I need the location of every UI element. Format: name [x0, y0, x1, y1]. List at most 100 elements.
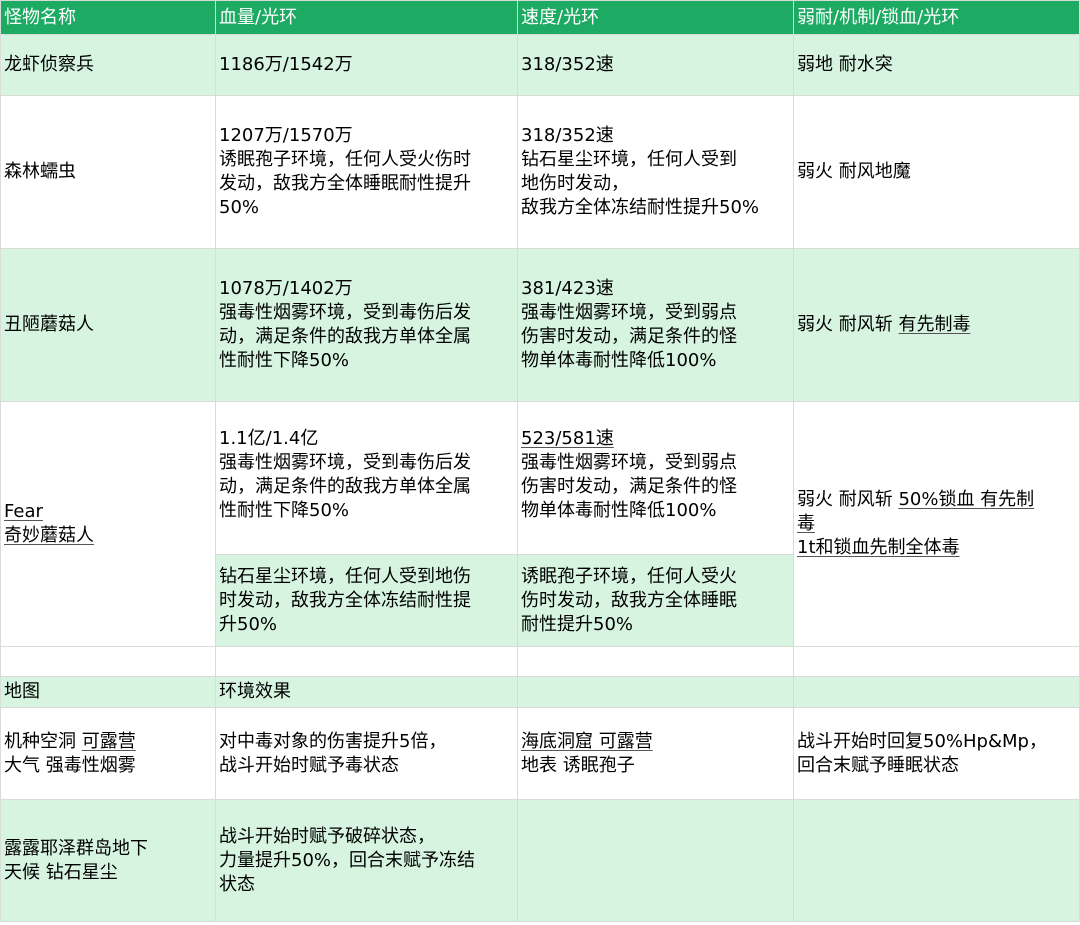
- row4-hp-cell[interactable]: 1.1亿/1.4亿 强毒性烟雾环境，受到毒伤后发 动，满足条件的敌我方单体全属 …: [215, 401, 518, 555]
- row2-speed-line: 敌我方全体冻结耐性提升50%: [521, 197, 760, 218]
- row3-weak: 弱火 耐风斩 有先制毒: [797, 313, 1077, 337]
- map1-left-name: 机种空洞: [4, 730, 82, 752]
- map1-right-line[interactable]: 海底洞窟 可露营: [521, 730, 791, 754]
- row4-speed-cell[interactable]: 523/581速 强毒性烟雾环境，受到弱点 伤害时发动，满足条件的怪 物单体毒耐…: [517, 401, 794, 555]
- map1-right-effect-line: 回合末赋予睡眠状态: [797, 754, 959, 776]
- row4-hp-extra-line: 升50%: [219, 613, 278, 635]
- row4-name-line[interactable]: 奇妙蘑菇人: [4, 524, 213, 548]
- row4-weak-cell[interactable]: 弱火 耐风斩 50%锁血 有先制 毒 1t和锁血先制全体毒: [793, 401, 1080, 647]
- row1-name: 龙虾侦察兵: [4, 54, 94, 75]
- empty-cell[interactable]: [0, 646, 216, 677]
- empty-cell[interactable]: [517, 646, 794, 677]
- row1-speed-cell[interactable]: 318/352速: [517, 34, 794, 96]
- empty-cell[interactable]: [793, 676, 1080, 708]
- row3-hp-cell[interactable]: 1078万/1402万 强毒性烟雾环境，受到毒伤后发 动，满足条件的敌我方单体全…: [215, 248, 518, 402]
- row1-name-cell[interactable]: 龙虾侦察兵: [0, 34, 216, 96]
- map2-left-effect-line: 力量提升50%，回合末赋予冻结: [219, 849, 476, 871]
- row1-speed: 318/352速: [521, 54, 614, 75]
- map1-left-cell[interactable]: 机种空洞 可露营 大气 强毒性烟雾: [0, 707, 216, 800]
- row4-hp-line: 动，满足条件的敌我方单体全属: [219, 476, 471, 497]
- row3-weak-link[interactable]: 有先制毒: [898, 314, 970, 335]
- row3-speed-line: 伤害时发动，满足条件的怪: [521, 326, 737, 347]
- row4-hp-extra-line: 时发动，敌我方全体冻结耐性提: [219, 589, 471, 611]
- row4-speed-extra-line: 诱眠孢子环境，任何人受火: [521, 565, 737, 587]
- row4-hp-extra-cell[interactable]: 钻石星尘环境，任何人受到地伤 时发动，敌我方全体冻结耐性提 升50%: [215, 554, 518, 647]
- row3-hp-line: 性耐性下降50%: [219, 350, 350, 371]
- row4-hp-line: 强毒性烟雾环境，受到毒伤后发: [219, 452, 471, 473]
- row2-speed-line: 318/352速: [521, 125, 614, 146]
- map1-left-camp-link[interactable]: 可露营: [82, 731, 136, 752]
- row3-hp-line: 动，满足条件的敌我方单体全属: [219, 326, 471, 347]
- row4-speed-line: 物单体毒耐性降低100%: [521, 500, 717, 521]
- row4-weak-text: 弱火 耐风斩: [797, 489, 899, 510]
- row3-speed-line: 强毒性烟雾环境，受到弱点: [521, 302, 737, 323]
- empty-cell[interactable]: [517, 799, 794, 922]
- row3-hp-line: 强毒性烟雾环境，受到毒伤后发: [219, 302, 471, 323]
- effect-header-label: 环境效果: [219, 681, 291, 702]
- row3-hp-line: 1078万/1402万: [219, 278, 353, 299]
- empty-cell[interactable]: [793, 646, 1080, 677]
- header-monster-name[interactable]: 怪物名称: [0, 0, 216, 35]
- header-weakness-mechanic[interactable]: 弱耐/机制/锁血/光环: [793, 0, 1080, 35]
- map1-right-cell[interactable]: 海底洞窟 可露营 地表 诱眠孢子: [517, 707, 794, 800]
- row2-weak-cell[interactable]: 弱火 耐风地魔: [793, 95, 1080, 249]
- row3-name: 丑陋蘑菇人: [4, 314, 94, 335]
- map-header-label: 地图: [4, 681, 40, 702]
- row2-name-cell[interactable]: 森林蠕虫: [0, 95, 216, 249]
- row4-speed-extra-cell[interactable]: 诱眠孢子环境，任何人受火 伤时发动，敌我方全体睡眠 耐性提升50%: [517, 554, 794, 647]
- row4-hp-line: 性耐性下降50%: [219, 500, 350, 521]
- row4-hp-line: 1.1亿/1.4亿: [219, 428, 319, 449]
- map1-left-effect-line: 战斗开始时赋予毒状态: [219, 754, 399, 776]
- row2-weak: 弱火 耐风地魔: [797, 161, 911, 182]
- map1-left-effect-line: 对中毒对象的伤害提升5倍，: [219, 730, 447, 752]
- row4-speed-extra-line: 伤时发动，敌我方全体睡眠: [521, 589, 737, 611]
- row1-hp: 1186万/1542万: [219, 54, 353, 75]
- empty-cell[interactable]: [793, 799, 1080, 922]
- map2-left-line: 天候 钻石星尘: [4, 861, 118, 883]
- map1-left-line: 机种空洞 可露营: [4, 730, 213, 754]
- row4-weak-line[interactable]: 毒: [797, 512, 1077, 536]
- row1-hp-cell[interactable]: 1186万/1542万: [215, 34, 518, 96]
- row3-name-cell[interactable]: 丑陋蘑菇人: [0, 248, 216, 402]
- row3-weak-text: 弱火 耐风斩: [797, 314, 899, 335]
- row4-speed-line: 强毒性烟雾环境，受到弱点: [521, 452, 737, 473]
- row2-speed-cell[interactable]: 318/352速 钻石星尘环境，任何人受到 地伤时发动， 敌我方全体冻结耐性提升…: [517, 95, 794, 249]
- effect-header-cell[interactable]: 环境效果: [215, 676, 518, 708]
- row4-weak-link[interactable]: 50%锁血 有先制: [898, 489, 1034, 510]
- map2-left-effect-line: 战斗开始时赋予破碎状态，: [219, 825, 435, 847]
- row4-hp-extra-line: 钻石星尘环境，任何人受到地伤: [219, 565, 471, 587]
- header-hp-aura[interactable]: 血量/光环: [215, 0, 518, 35]
- row4-name-cell[interactable]: Fear 奇妙蘑菇人: [0, 401, 216, 647]
- row3-weak-cell[interactable]: 弱火 耐风斩 有先制毒: [793, 248, 1080, 402]
- map1-left-line: 大气 强毒性烟雾: [4, 754, 136, 776]
- row3-speed-line: 物单体毒耐性降低100%: [521, 350, 717, 371]
- row2-name: 森林蠕虫: [4, 161, 76, 182]
- row4-weak-line[interactable]: 1t和锁血先制全体毒: [797, 536, 1077, 560]
- row2-speed-line: 钻石星尘环境，任何人受到: [521, 149, 737, 170]
- map2-left-effect-cell[interactable]: 战斗开始时赋予破碎状态， 力量提升50%，回合末赋予冻结 状态: [215, 799, 518, 922]
- header-speed-aura[interactable]: 速度/光环: [517, 0, 794, 35]
- map2-left-cell[interactable]: 露露耶泽群岛地下 天候 钻石星尘: [0, 799, 216, 922]
- row3-speed-line: 381/423速: [521, 278, 614, 299]
- row2-hp-line: 50%: [219, 197, 260, 218]
- row4-weak-line: 弱火 耐风斩 50%锁血 有先制: [797, 488, 1077, 512]
- row2-hp-cell[interactable]: 1207万/1570万 诱眠孢子环境，任何人受火伤时 发动，敌我方全体睡眠耐性提…: [215, 95, 518, 249]
- row2-hp-line: 发动，敌我方全体睡眠耐性提升: [219, 173, 471, 194]
- map1-right-effect-line: 战斗开始时回复50%Hp&Mp，: [797, 730, 1047, 752]
- map1-left-effect-cell[interactable]: 对中毒对象的伤害提升5倍， 战斗开始时赋予毒状态: [215, 707, 518, 800]
- row2-speed-line: 地伤时发动，: [521, 173, 629, 194]
- row1-weak-cell[interactable]: 弱地 耐水突: [793, 34, 1080, 96]
- row1-weak: 弱地 耐水突: [797, 54, 893, 75]
- row4-speed-line[interactable]: 523/581速: [521, 427, 791, 451]
- map1-right-line: 地表 诱眠孢子: [521, 754, 635, 776]
- row4-name-line[interactable]: Fear: [4, 500, 213, 524]
- empty-cell[interactable]: [215, 646, 518, 677]
- map2-left-line: 露露耶泽群岛地下: [4, 837, 148, 859]
- row2-hp-line: 1207万/1570万: [219, 125, 353, 146]
- map1-right-effect-cell[interactable]: 战斗开始时回复50%Hp&Mp， 回合末赋予睡眠状态: [793, 707, 1080, 800]
- map-header-cell[interactable]: 地图: [0, 676, 216, 708]
- row3-speed-cell[interactable]: 381/423速 强毒性烟雾环境，受到弱点 伤害时发动，满足条件的怪 物单体毒耐…: [517, 248, 794, 402]
- row4-speed-line: 伤害时发动，满足条件的怪: [521, 476, 737, 497]
- empty-cell[interactable]: [517, 676, 794, 708]
- row4-speed-extra-line: 耐性提升50%: [521, 613, 634, 635]
